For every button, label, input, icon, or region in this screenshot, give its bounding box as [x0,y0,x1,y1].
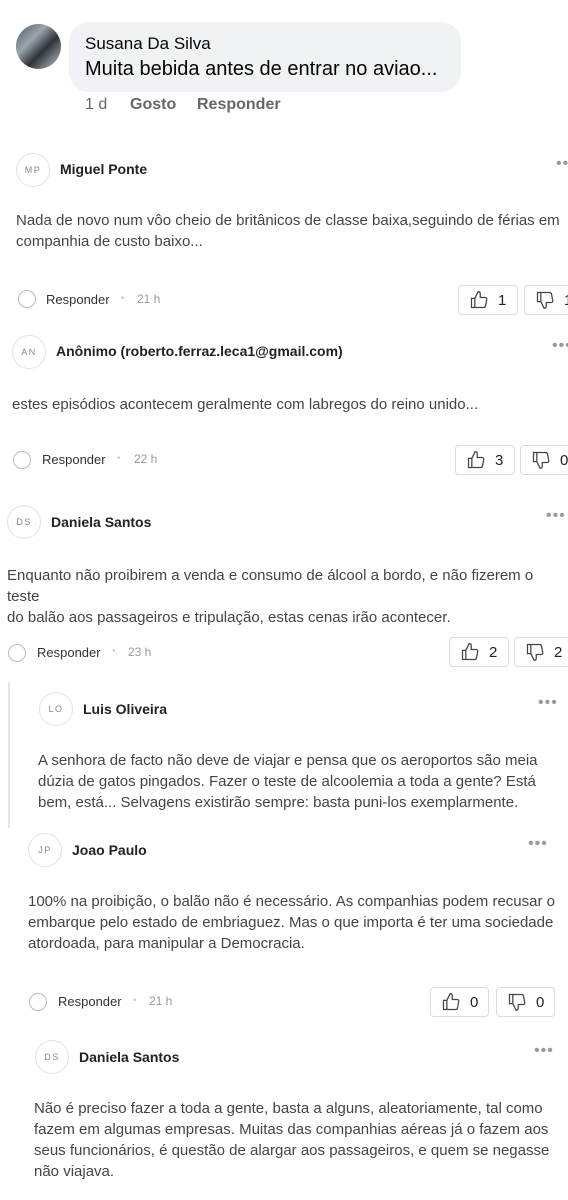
comment-time: 23 h [128,645,152,659]
downvote-button[interactable]: 2 [514,637,568,667]
comment-time: 21 h [137,292,161,306]
thumbs-up-icon [461,643,479,661]
comment-time: 22 h [134,452,158,466]
downvote-count: 0 [536,993,545,1011]
comment-bubble [69,22,461,92]
more-dots-icon[interactable]: ••• [534,1042,554,1060]
upvote-count: 2 [489,643,498,661]
upvote-count: 0 [470,993,479,1011]
downvote-button[interactable]: 0 [496,987,555,1017]
avatar: AN [12,335,46,369]
comment-line: embarque pelo estado de embriaguez. Mas … [28,914,554,931]
comment-body: Nada de novo num vôo cheio de britânicos… [16,210,560,252]
comment-author: Miguel Ponte [60,161,148,177]
comment-line: atordoada, para manipular a Democracia. [28,935,305,952]
reply-button[interactable]: Responder [37,645,101,660]
avatar[interactable] [16,24,61,69]
upvote-button[interactable]: 0 [430,987,489,1017]
comment-line: estes episódios acontecem geralmente com… [12,396,479,413]
separator-dot: • [121,293,125,304]
upvote-button[interactable]: 2 [449,637,509,667]
thread-line [8,682,10,828]
reply-button[interactable]: Responder [42,452,106,467]
thumbs-down-icon [536,291,554,309]
avatar: DS [7,505,41,539]
upvote-count: 1 [498,291,507,309]
comment-body: A senhora de facto não deve de viajar e … [38,750,538,813]
comment-author: Luis Oliveira [83,701,168,717]
avatar: DS [35,1040,69,1074]
downvote-button[interactable]: 0 [520,445,568,475]
downvote-button[interactable]: 1 [524,285,568,315]
more-dots-icon[interactable]: ••• [546,507,566,525]
thumbs-up-icon [467,451,485,469]
comment-author: Daniela Santos [79,1049,180,1065]
downvote-count: 0 [560,451,568,469]
comment-line: bem, está... Selvagens existirão sempre:… [38,794,519,811]
comment-author: Anônimo (roberto.ferraz.leca1@gmail.com) [56,343,343,359]
comment-body: 100% na proibição, o balão não é necessá… [28,891,555,954]
avatar: JP [28,833,62,867]
thumbs-down-icon [526,643,544,661]
thumbs-down-icon [532,451,550,469]
comment-line: Nada de novo num vôo cheio de britânicos… [16,212,560,229]
upvote-count: 3 [495,451,504,469]
comment-line: não viajava. [34,1163,115,1180]
separator-dot: • [133,995,137,1006]
comment-line: seus funcionários, é questão de alargar … [34,1142,550,1159]
comment-text: Muita bebida antes de entrar no aviao... [85,58,438,80]
more-dots-icon[interactable]: ••• [538,694,558,712]
comment-time: 1 d [85,96,108,113]
downvote-count: 1 [564,292,568,309]
comment-line: do balão aos passageiros e tripulação, e… [7,609,451,626]
comment-author: Daniela Santos [51,514,152,530]
thumbs-down-icon [508,993,526,1011]
reply-button[interactable]: Responder [197,96,281,114]
comment-body: estes episódios acontecem geralmente com… [12,394,478,415]
reply-circle-icon[interactable] [29,993,47,1011]
comment-line: 100% na proibição, o balão não é necessá… [28,893,555,910]
comment-time: 21 h [149,994,173,1008]
comment-author: Joao Paulo [72,842,147,858]
avatar: LO [39,692,73,726]
comment-body: Não é preciso fazer a toda a gente, bast… [34,1098,549,1182]
comment-line: A senhora de facto não deve de viajar e … [38,752,538,769]
more-dots-icon[interactable]: ••• [528,835,548,853]
comment-line: companhia de custo baixo... [16,233,203,250]
upvote-button[interactable]: 3 [455,445,515,475]
comment-line: Não é preciso fazer a toda a gente, bast… [34,1100,543,1117]
reply-circle-icon[interactable] [18,290,36,308]
separator-dot: • [112,646,116,657]
comment-line: Enquanto não proibirem a venda e consumo… [7,567,534,605]
thumbs-up-icon [470,291,488,309]
reply-circle-icon[interactable] [8,644,26,662]
reply-button[interactable]: Responder [46,292,110,307]
reply-circle-icon[interactable] [13,451,31,469]
thumbs-up-icon [442,993,460,1011]
reply-button[interactable]: Responder [58,994,122,1009]
separator-dot: • [117,453,121,464]
more-dots-icon[interactable]: ••• [556,155,568,173]
more-dots-icon[interactable]: ••• [552,337,568,355]
comment-body: Enquanto não proibirem a venda e consumo… [7,565,568,628]
upvote-button[interactable]: 1 [458,285,518,315]
avatar: MP [16,153,50,187]
like-button[interactable]: Gosto [130,96,176,114]
comment-author[interactable]: Susana Da Silva [85,34,211,54]
comment-line: fazem em algumas empresas. Muitas das co… [34,1121,549,1138]
comment-line: dúzia de gatos pingados. Fazer o teste d… [38,773,536,790]
downvote-count: 2 [554,643,563,661]
